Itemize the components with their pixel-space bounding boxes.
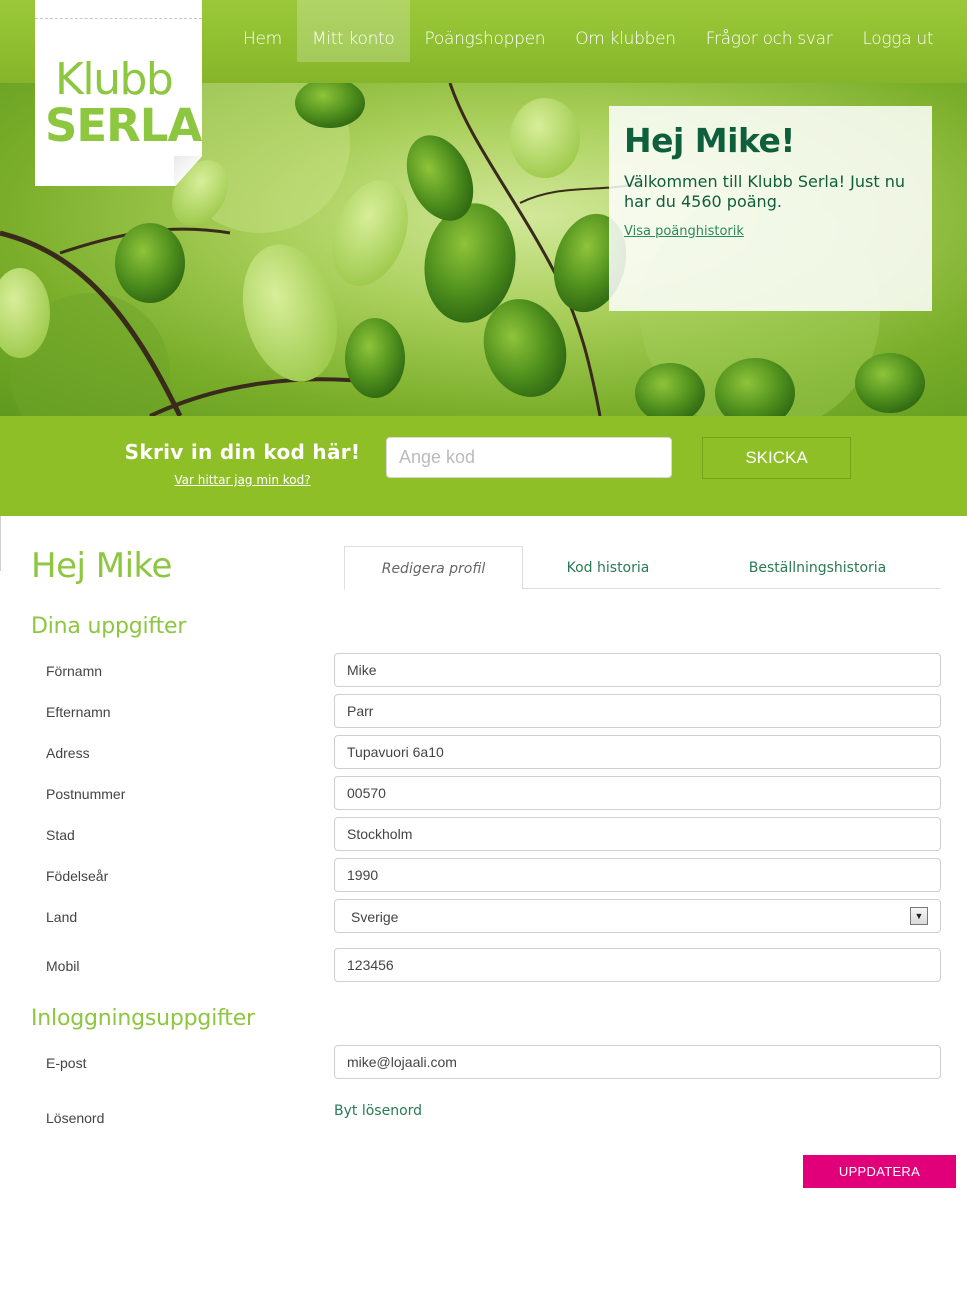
divider <box>0 516 1 571</box>
field-label-password: Lösenord <box>46 1110 105 1126</box>
code-entry-title: Skriv in din kod här! <box>124 440 361 464</box>
city-field[interactable] <box>334 817 941 851</box>
nav-about-club[interactable]: Om klubben <box>560 0 691 62</box>
birth-year-field[interactable] <box>334 858 941 892</box>
code-help-link[interactable]: Var hittar jag min kod? <box>120 473 365 487</box>
last-name-field[interactable] <box>334 694 941 728</box>
tab-edit-profile[interactable]: Redigera profil <box>344 546 523 590</box>
field-label-email: E-post <box>46 1055 87 1071</box>
nav-points-shop[interactable]: Poängshoppen <box>410 0 561 62</box>
section-title-details: Dina uppgifter <box>31 614 187 639</box>
code-input[interactable] <box>386 437 672 478</box>
mobile-field[interactable] <box>334 948 941 982</box>
field-label-country: Land <box>46 909 78 925</box>
main-nav: Hem Mitt konto Poängshoppen Om klubben F… <box>228 0 948 62</box>
field-label-mobile: Mobil <box>46 958 80 974</box>
change-password-link[interactable]: Byt lösenord <box>334 1103 422 1119</box>
country-select[interactable]: Sverige ▼ <box>334 899 941 933</box>
nav-my-account[interactable]: Mitt konto <box>296 0 410 62</box>
profile-tabs: Redigera profil Kod historia Beställning… <box>344 546 941 590</box>
field-label-first-name: Förnamn <box>46 663 103 679</box>
welcome-card: Hej Mike! Välkommen till Klubb Serla! Ju… <box>609 106 932 311</box>
field-label-last-name: Efternamn <box>46 704 111 720</box>
page-title: Hej Mike <box>31 546 172 586</box>
country-select-value: Sverige <box>351 909 399 925</box>
tab-order-history[interactable]: Beställningshistoria <box>734 546 901 589</box>
address-field[interactable] <box>334 735 941 769</box>
nav-faq[interactable]: Frågor och svar <box>691 0 848 62</box>
email-field[interactable] <box>334 1045 941 1079</box>
logo-text-serla: SERLA <box>45 99 202 152</box>
tab-code-history[interactable]: Kod historia <box>543 546 673 589</box>
field-label-birth-year: Födelseår <box>46 868 109 884</box>
nav-home[interactable]: Hem <box>228 0 297 62</box>
nav-logout[interactable]: Logga ut <box>847 0 948 62</box>
code-entry-bar: Skriv in din kod här! Var hittar jag min… <box>0 416 967 516</box>
logo-dashed-line <box>35 18 202 19</box>
field-label-city: Stad <box>46 827 75 843</box>
brand-logo[interactable]: Klubb SERLA <box>35 0 202 186</box>
field-label-address: Adress <box>46 745 90 761</box>
chevron-down-icon[interactable]: ▼ <box>910 907 928 925</box>
submit-code-button[interactable]: SKICKA <box>702 437 851 479</box>
postal-code-field[interactable] <box>334 776 941 810</box>
logo-text-klubb: Klubb <box>55 54 174 105</box>
update-button[interactable]: UPPDATERA <box>803 1155 956 1188</box>
welcome-message: Välkommen till Klubb Serla! Just nu har … <box>624 172 906 211</box>
welcome-title: Hej Mike! <box>624 121 795 160</box>
first-name-field[interactable] <box>334 653 941 687</box>
points-history-link[interactable]: Visa poänghistorik <box>624 224 744 239</box>
section-title-login: Inloggningsuppgifter <box>31 1006 255 1031</box>
field-label-postal-code: Postnummer <box>46 786 126 802</box>
